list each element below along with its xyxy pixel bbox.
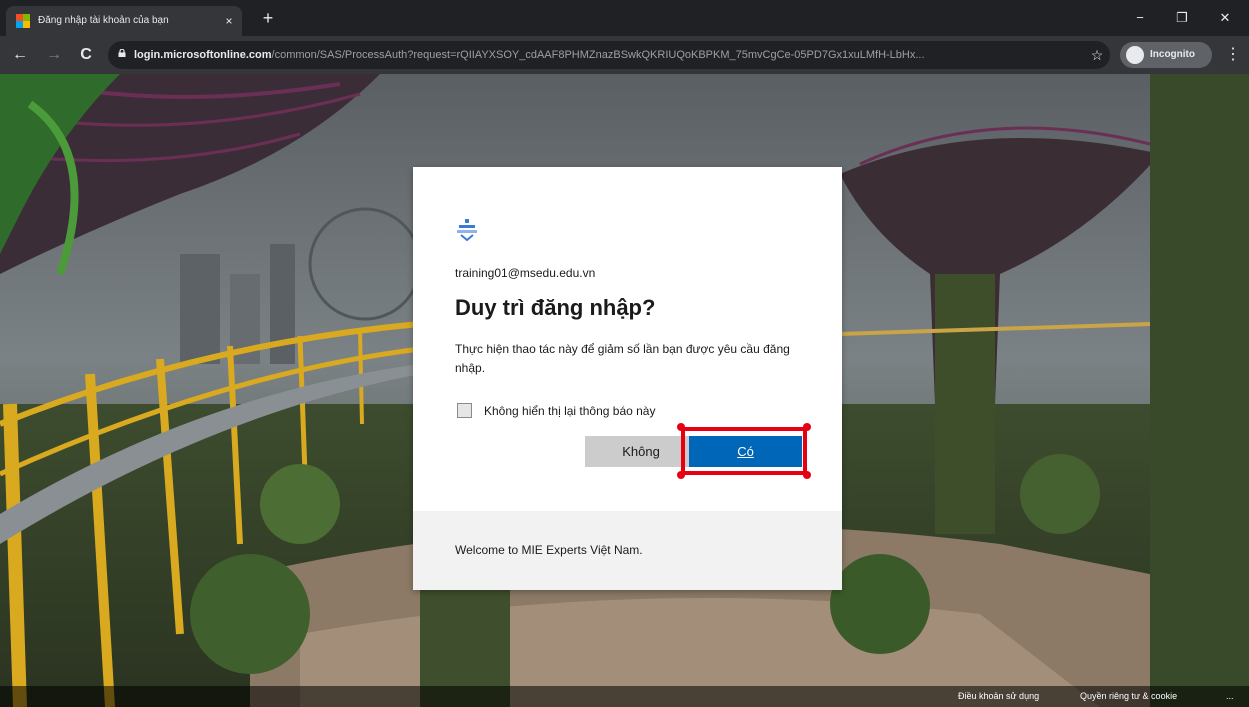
stay-signed-in-dialog: training01@msedu.edu.vn Duy trì đăng nhậ… (413, 167, 842, 590)
dialog-footer: Welcome to MIE Experts Việt Nam. (413, 511, 842, 590)
address-bar[interactable]: login.microsoftonline.com/common/SAS/Pro… (108, 41, 1110, 69)
url-text[interactable]: login.microsoftonline.com/common/SAS/Pro… (134, 47, 1069, 63)
url-host: login.microsoftonline.com (134, 49, 272, 61)
browser-menu-icon[interactable]: ⋮ (1225, 45, 1241, 65)
new-tab-button[interactable]: + (258, 8, 278, 28)
url-path: /common/SAS/ProcessAuth?request=rQIIAYXS… (271, 49, 925, 61)
incognito-avatar-icon (1126, 46, 1144, 64)
forward-button[interactable]: → (44, 45, 64, 65)
highlight-handle (677, 423, 685, 431)
incognito-label: Incognito (1150, 49, 1195, 60)
privacy-link[interactable]: Quyền riêng tư & cookie (1080, 689, 1177, 704)
dialog-description: Thực hiện thao tác này để giảm số lần bạ… (455, 342, 790, 375)
page-footer: Điều khoản sử dụng Quyền riêng tư & cook… (0, 686, 1249, 707)
browser-tab[interactable]: Đăng nhập tài khoản của bạn × (6, 6, 242, 36)
tab-title: Đăng nhập tài khoản của bạn (38, 15, 169, 26)
dont-show-again-row[interactable]: Không hiển thị lại thông báo này (457, 401, 757, 421)
minimize-button[interactable]: − (1120, 6, 1160, 30)
more-options-link[interactable]: ... (1226, 689, 1234, 704)
highlight-handle (803, 471, 811, 479)
organization-logo-icon (457, 219, 477, 241)
incognito-profile-button[interactable]: Incognito (1120, 42, 1212, 68)
page-content: training01@msedu.edu.vn Duy trì đăng nhậ… (0, 74, 1249, 707)
dont-show-again-label[interactable]: Không hiển thị lại thông báo này (484, 402, 744, 420)
tab-close-icon[interactable]: × (221, 13, 237, 29)
browser-toolbar: ← → C login.microsoftonline.com/common/S… (0, 36, 1249, 74)
account-email: training01@msedu.edu.vn (455, 266, 596, 280)
dialog-heading: Duy trì đăng nhập? (455, 295, 656, 320)
bookmark-star-icon[interactable]: ☆ (1088, 46, 1106, 64)
microsoft-logo-icon (16, 14, 30, 28)
highlight-handle (677, 471, 685, 479)
browser-tab-strip: Đăng nhập tài khoản của bạn × + − ❐ ✕ (0, 0, 1249, 36)
highlight-handle (803, 423, 811, 431)
footer-message: Welcome to MIE Experts Việt Nam. (455, 543, 643, 557)
close-window-button[interactable]: ✕ (1205, 6, 1245, 30)
restore-button[interactable]: ❐ (1162, 6, 1202, 30)
yes-button-highlight-box (681, 427, 807, 475)
lock-icon (118, 49, 126, 57)
dont-show-again-checkbox[interactable] (457, 403, 472, 418)
terms-link[interactable]: Điều khoản sử dụng (958, 689, 1039, 704)
back-button[interactable]: ← (10, 45, 30, 65)
reload-button[interactable]: C (76, 45, 96, 65)
